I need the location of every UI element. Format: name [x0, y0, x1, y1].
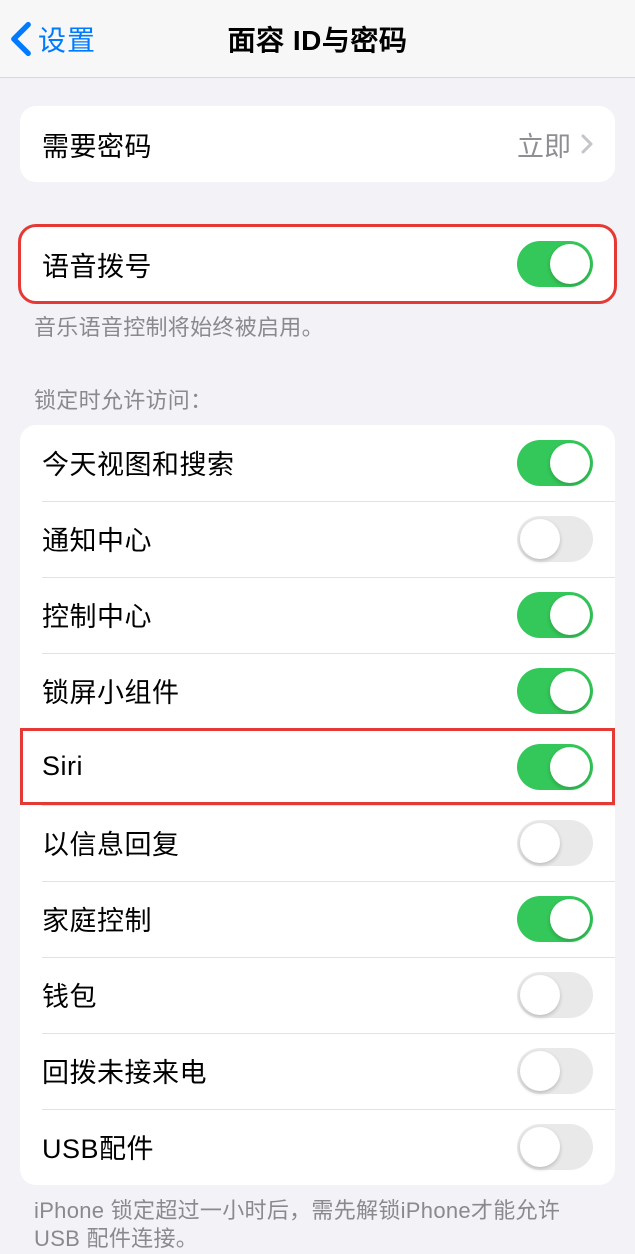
lock-access-toggle[interactable]: [517, 744, 593, 790]
lock-access-row: 控制中心: [20, 577, 615, 653]
toggle-knob: [520, 1051, 560, 1091]
back-button[interactable]: 设置: [0, 19, 96, 59]
toggle-knob: [550, 899, 590, 939]
require-passcode-group: 需要密码 立即: [20, 106, 615, 182]
lock-access-label: 今天视图和搜索: [42, 443, 235, 482]
require-passcode-value: 立即: [517, 125, 571, 164]
require-passcode-label: 需要密码: [42, 125, 152, 164]
content: 需要密码 立即 语音拨号 音乐语音控制将始终被启用。 锁定时允许访问： 今天视图…: [0, 106, 635, 1254]
lock-access-label: 锁屏小组件: [42, 671, 180, 710]
require-passcode-row[interactable]: 需要密码 立即: [20, 106, 615, 182]
lock-access-toggle[interactable]: [517, 1048, 593, 1094]
lock-access-row: 以信息回复: [20, 805, 615, 881]
voice-dial-row: 语音拨号: [20, 226, 615, 302]
lock-access-row: Siri: [20, 729, 615, 805]
voice-dial-footer: 音乐语音控制将始终被启用。: [0, 302, 635, 343]
lock-access-toggle[interactable]: [517, 516, 593, 562]
lock-access-label: 控制中心: [42, 595, 152, 634]
lock-access-toggle[interactable]: [517, 972, 593, 1018]
voice-dial-label: 语音拨号: [42, 245, 152, 284]
back-label: 设置: [38, 19, 96, 59]
lock-access-label: Siri: [42, 751, 83, 782]
lock-access-footer: iPhone 锁定超过一小时后，需先解锁iPhone才能允许USB 配件连接。: [0, 1185, 635, 1254]
toggle-knob: [520, 975, 560, 1015]
chevron-right-icon: [581, 134, 593, 154]
toggle-knob: [550, 595, 590, 635]
toggle-knob: [520, 823, 560, 863]
lock-access-toggle[interactable]: [517, 820, 593, 866]
toggle-knob: [520, 519, 560, 559]
lock-access-label: 通知中心: [42, 519, 152, 558]
lock-access-row: 通知中心: [20, 501, 615, 577]
lock-access-label: 回拨未接来电: [42, 1051, 207, 1090]
lock-access-row: 锁屏小组件: [20, 653, 615, 729]
lock-access-toggle[interactable]: [517, 440, 593, 486]
toggle-knob: [550, 747, 590, 787]
chevron-left-icon: [10, 21, 32, 57]
lock-access-row: 家庭控制: [20, 881, 615, 957]
voice-dial-toggle[interactable]: [517, 241, 593, 287]
lock-access-toggle[interactable]: [517, 1124, 593, 1170]
lock-access-label: 家庭控制: [42, 899, 152, 938]
lock-access-header: 锁定时允许访问：: [0, 343, 635, 425]
lock-access-row: 今天视图和搜索: [20, 425, 615, 501]
lock-access-row: 钱包: [20, 957, 615, 1033]
lock-access-toggle[interactable]: [517, 896, 593, 942]
toggle-knob: [550, 443, 590, 483]
toggle-knob: [520, 1127, 560, 1167]
lock-access-toggle[interactable]: [517, 592, 593, 638]
voice-dial-group: 语音拨号: [20, 226, 615, 302]
lock-access-label: 钱包: [42, 975, 97, 1014]
lock-access-group: 今天视图和搜索通知中心控制中心锁屏小组件 Siri 以信息回复家庭控制钱包回拨未接来…: [20, 425, 615, 1185]
lock-access-toggle[interactable]: [517, 668, 593, 714]
toggle-knob: [550, 671, 590, 711]
row-right: 立即: [517, 125, 593, 164]
toggle-knob: [550, 244, 590, 284]
navbar: 设置 面容 ID与密码: [0, 0, 635, 78]
lock-access-label: 以信息回复: [42, 823, 180, 862]
lock-access-row: USB配件: [20, 1109, 615, 1185]
lock-access-row: 回拨未接来电: [20, 1033, 615, 1109]
lock-access-label: USB配件: [42, 1127, 154, 1166]
